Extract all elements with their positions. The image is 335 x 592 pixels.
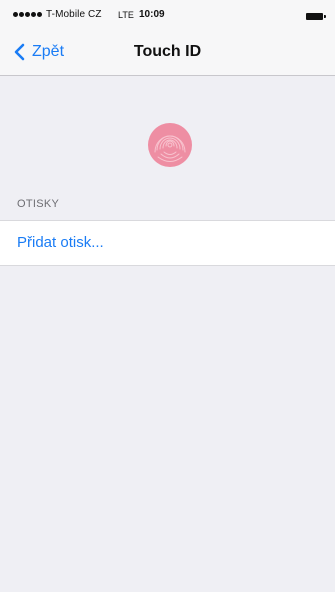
signal-dots-icon [13, 12, 42, 17]
status-bar: T-Mobile CZ LTE 10:09 [0, 0, 335, 30]
carrier-name: T-Mobile CZ [46, 9, 102, 20]
section-header-fingerprints: OTISKY [17, 198, 60, 210]
status-time: 10:09 [139, 9, 165, 20]
page-title: Touch ID [133, 43, 202, 60]
add-fingerprint-cell[interactable]: Přidat otisk... [0, 220, 335, 266]
battery-icon [306, 13, 326, 20]
navigation-bar: Zpět Touch ID [0, 30, 335, 76]
network-type: LTE [118, 10, 134, 20]
add-fingerprint-label: Přidat otisk... [17, 234, 104, 251]
fingerprint-icon [148, 123, 192, 167]
